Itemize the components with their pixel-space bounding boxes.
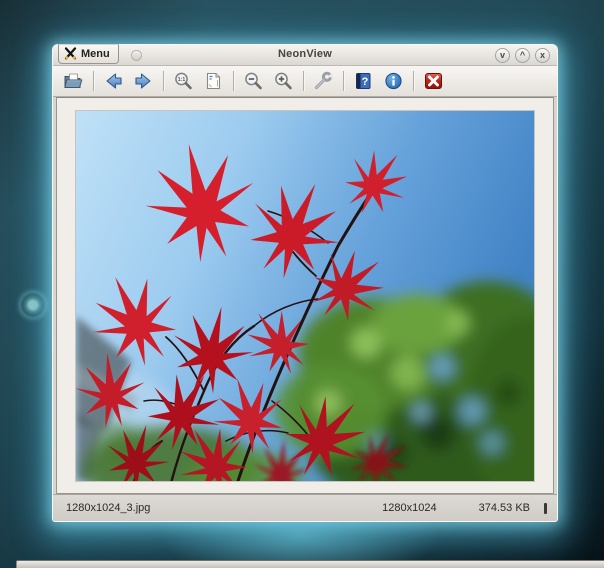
neonview-window: Menu NeonView v ^ x 1:1 ? 1280x1024_3.jp…	[52, 44, 558, 522]
settings-button[interactable]	[310, 69, 337, 94]
toolbar-separator	[413, 71, 414, 91]
go-next-button[interactable]	[130, 69, 157, 94]
background-window-edge	[16, 560, 604, 568]
go-previous-icon	[106, 73, 122, 89]
quit-icon	[425, 73, 442, 89]
fit-to-window-icon	[206, 72, 221, 90]
go-previous-button[interactable]	[100, 69, 127, 94]
help-button[interactable]: ?	[350, 69, 377, 94]
titlebar[interactable]: Menu NeonView v ^ x	[53, 44, 557, 66]
zoom-in-button[interactable]	[270, 69, 297, 94]
toolbar-separator	[303, 71, 304, 91]
statusbar: 1280x1024_3.jpg 1280x1024 374.53 KB	[53, 494, 557, 521]
zoom-out-icon	[245, 72, 262, 90]
maple-leaves-photo	[57, 110, 553, 493]
zoom-out-button[interactable]	[240, 69, 267, 94]
unshade-button[interactable]: ^	[515, 48, 530, 63]
shade-button[interactable]: v	[495, 48, 510, 63]
toolbar-separator	[93, 71, 94, 91]
window-title: NeonView	[278, 48, 332, 60]
toolbar-separator	[343, 71, 344, 91]
go-next-icon	[135, 73, 151, 89]
zoom-in-icon	[275, 72, 292, 90]
svg-text:1:1: 1:1	[178, 77, 186, 83]
settings-icon	[314, 71, 333, 90]
zoom-original-button[interactable]: 1:1	[170, 69, 197, 94]
status-filename: 1280x1024_3.jpg	[66, 502, 151, 514]
about-icon	[385, 72, 402, 90]
resize-grip[interactable]	[544, 502, 547, 514]
fit-to-window-button[interactable]	[200, 69, 227, 94]
help-icon: ?	[356, 73, 371, 89]
quit-button[interactable]	[420, 69, 447, 94]
window-controls: v ^ x	[495, 48, 550, 63]
close-button[interactable]: x	[535, 48, 550, 63]
open-file-button[interactable]	[60, 69, 87, 94]
svg-text:?: ?	[362, 76, 369, 88]
desktop-background: Menu NeonView v ^ x 1:1 ? 1280x1024_3.jp…	[0, 0, 604, 568]
toolbar-separator	[233, 71, 234, 91]
image-view-area[interactable]	[56, 97, 554, 494]
photo	[57, 110, 553, 493]
desktop-bokeh-orb	[15, 287, 51, 323]
toolbar: 1:1 ?	[53, 66, 557, 97]
status-dimensions: 1280x1024	[382, 502, 437, 514]
toolbar-separator	[163, 71, 164, 91]
open-file-icon	[64, 73, 83, 88]
about-button[interactable]	[380, 69, 407, 94]
status-filesize: 374.53 KB	[478, 502, 530, 514]
zoom-original-icon: 1:1	[175, 72, 192, 90]
